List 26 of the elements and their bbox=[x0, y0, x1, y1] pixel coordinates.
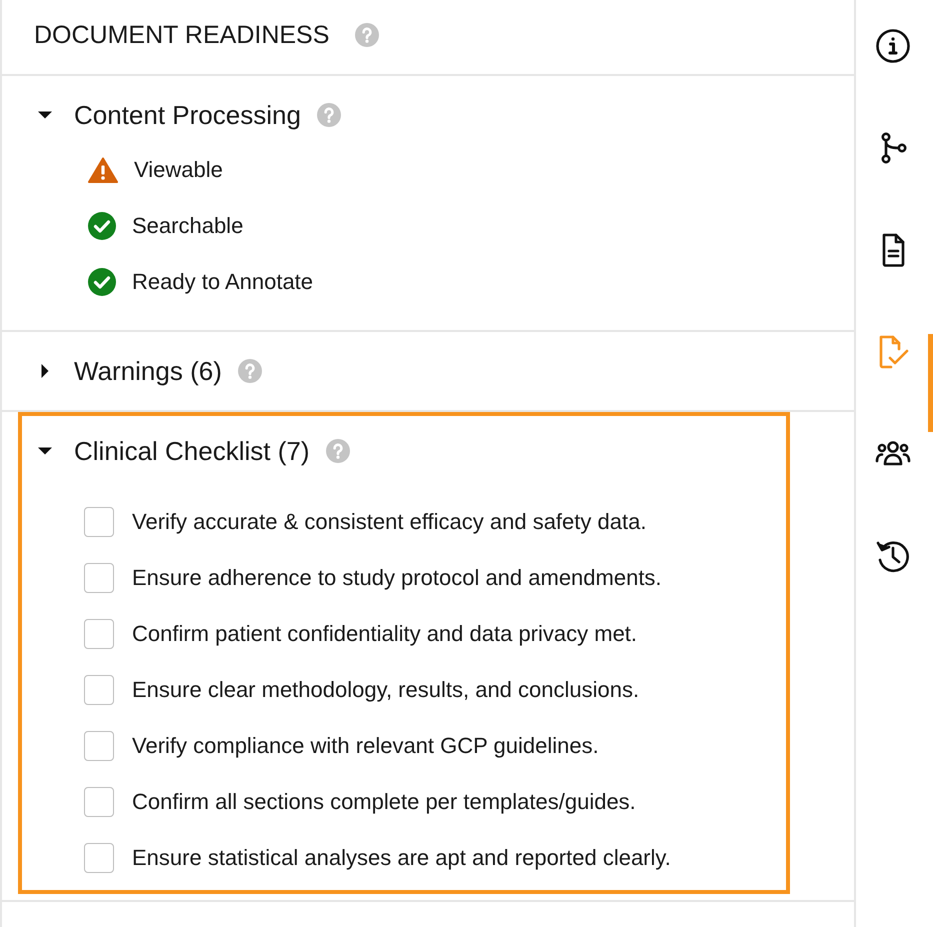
section-title[interactable]: Clinical Checklist (7) bbox=[74, 436, 310, 466]
checkbox[interactable] bbox=[84, 619, 114, 649]
checklist-item-label: Verify compliance with relevant GCP guidelines. bbox=[132, 733, 599, 759]
status-label: Ready to Annotate bbox=[132, 269, 314, 295]
checkbox[interactable] bbox=[84, 675, 114, 705]
help-icon[interactable] bbox=[326, 439, 350, 463]
checklist-item-label: Ensure adherence to study protocol and amendments. bbox=[132, 565, 662, 591]
help-icon[interactable] bbox=[355, 23, 380, 47]
help-icon[interactable] bbox=[238, 359, 262, 383]
checklist-item-label: Confirm patient confidentiality and data privacy met. bbox=[132, 621, 638, 647]
panel-title: DOCUMENT READINESS bbox=[34, 20, 330, 50]
status-label: Searchable bbox=[132, 213, 244, 239]
checkbox[interactable] bbox=[84, 843, 114, 873]
info-icon[interactable] bbox=[874, 28, 910, 64]
section-title[interactable]: Content Processing bbox=[74, 100, 301, 130]
checklist-item-label: Verify accurate & consistent efficacy and safety data. bbox=[132, 509, 646, 535]
checkbox[interactable] bbox=[84, 731, 114, 761]
checklist-item-label: Confirm all sections complete per templates/guides. bbox=[132, 789, 636, 815]
section-title[interactable]: Warnings (6) bbox=[74, 356, 222, 386]
checkbox[interactable] bbox=[84, 507, 114, 537]
checklist-item-label: Ensure clear methodology, results, and conclusions. bbox=[132, 677, 640, 703]
help-icon[interactable] bbox=[316, 103, 341, 127]
checkbox[interactable] bbox=[84, 787, 114, 817]
status-label: Viewable bbox=[134, 157, 223, 183]
checkbox[interactable] bbox=[84, 563, 114, 593]
checklist-item-label: Ensure statistical analyses are apt and reported clearly. bbox=[132, 845, 671, 871]
